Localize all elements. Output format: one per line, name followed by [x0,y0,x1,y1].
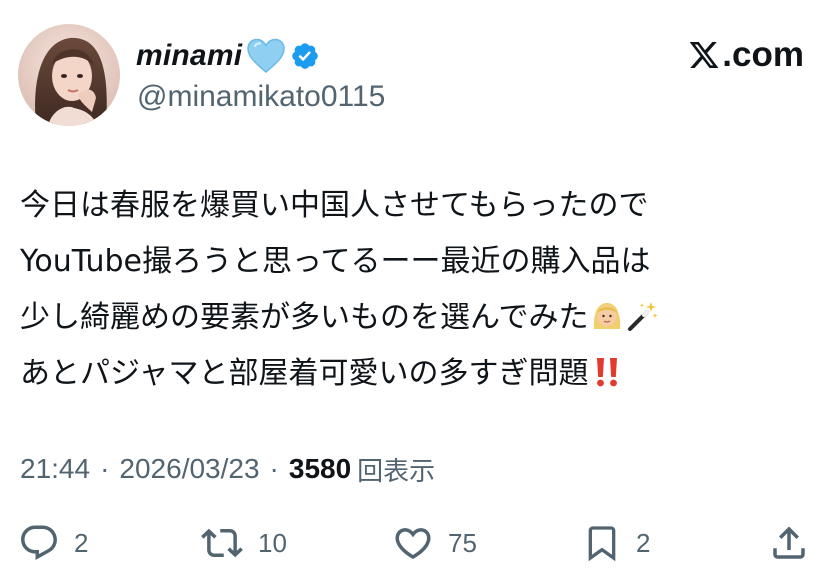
views-count: 3580 [288,453,352,484]
tweet-line-text: 今日は春服を爆買い中国人させてもらったので [20,188,649,223]
share-button[interactable] [768,520,810,566]
tweet-text: 今日は春服を爆買い中国人させてもらったので YouTube撮ろうと思ってるーー最… [20,178,820,402]
brand-watermark: .com [687,32,804,78]
tweet-line-text: YouTube撮ろうと思ってるーー最近の購入品は [20,244,651,279]
bookmark-button[interactable]: 2 [582,520,650,566]
display-name[interactable]: minami [136,39,242,73]
double-exclamation-emoji [590,352,624,387]
display-name-row: minami [136,34,320,78]
tweet-line-text: あとパジャマと部屋着可愛いの多すぎ問題 [20,356,589,391]
avatar[interactable] [18,24,120,126]
tweet-line: YouTube撮ろうと思ってるーー最近の購入品は [20,234,820,290]
share-icon [768,522,810,564]
meta-separator: · [100,453,110,484]
tweet-meta: 21:44 · 2026/03/23 · 3580 回表示 [20,447,435,491]
person-blond-hair-emoji [590,296,624,330]
views-label: 回表示 [357,456,436,487]
tweet-time[interactable]: 21:44 [20,453,90,485]
user-handle[interactable]: @minamikato0115 [137,80,385,114]
bookmark-icon [582,522,622,564]
bookmark-count: 2 [636,527,651,558]
reply-count: 2 [74,527,89,558]
meta-separator: · [269,453,279,484]
repost-count: 10 [258,527,287,558]
like-count: 75 [448,527,477,558]
heart-icon [392,522,434,564]
tweet-line-text: 少し綺麗めの要素が多いものを選んでみた [20,300,589,335]
brand-domain: .com [722,35,804,74]
action-bar: 2 10 75 2 [0,520,828,566]
x-logo-icon [687,39,721,71]
tweet-date[interactable]: 2026/03/23 [119,453,259,485]
tweet-line: あとパジャマと部屋着可愛いの多すぎ問題 [20,346,820,402]
repost-icon [200,522,244,564]
light-blue-heart-icon [246,38,286,74]
reply-button[interactable]: 2 [18,520,88,566]
reply-icon [18,522,60,564]
tweet-line: 今日は春服を爆買い中国人させてもらったので [20,178,820,234]
like-button[interactable]: 75 [392,520,477,566]
verified-badge-icon[interactable] [290,41,320,71]
repost-button[interactable]: 10 [200,520,287,566]
magic-wand-emoji [625,296,659,331]
tweet-line: 少し綺麗めの要素が多いものを選んでみた [20,290,820,346]
